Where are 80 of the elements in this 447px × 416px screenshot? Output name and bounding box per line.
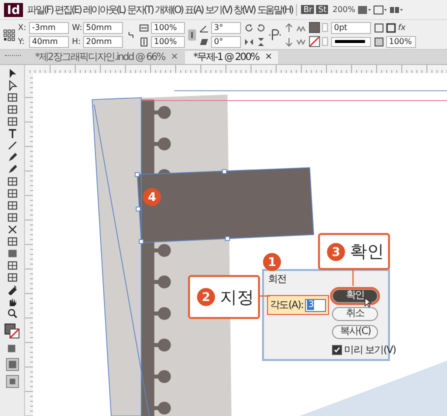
- tab-label: *제2장그래픽디자인.indd @ 66%: [35, 51, 165, 64]
- dialog-button[interactable]: 복사(C): [332, 325, 378, 339]
- menu-item[interactable]: 개체(O): [154, 2, 183, 16]
- y-label: Y:: [18, 37, 26, 46]
- scale-y-icon: [139, 36, 149, 46]
- height-field[interactable]: 20mm: [83, 36, 123, 48]
- flip-horizontal-icon[interactable]: [244, 36, 254, 46]
- reference-point-icon[interactable]: [3, 28, 15, 40]
- menu-item[interactable]: 창(W): [233, 2, 255, 16]
- mouse-cursor-icon: [364, 297, 372, 308]
- angle-field[interactable]: 3: [305, 298, 326, 312]
- stroke-type-dropdown[interactable]: [331, 36, 371, 46]
- menu-item[interactable]: 문자(T): [126, 2, 153, 16]
- reference-point-p-icon[interactable]: [269, 26, 281, 42]
- rotate-clockwise-icon[interactable]: [244, 22, 254, 32]
- fill-stroke-icon[interactable]: [4, 323, 20, 339]
- effects-button[interactable]: fx: [398, 23, 406, 32]
- stock-button[interactable]: St: [316, 5, 328, 14]
- menu-item[interactable]: 파일(F): [27, 2, 53, 16]
- frame-fitting-icon[interactable]: [374, 22, 384, 32]
- stroke-none-swatch[interactable]: [309, 36, 320, 47]
- normal-view-icon[interactable]: [6, 358, 18, 371]
- panel-grip-icon[interactable]: [5, 55, 21, 59]
- zoom-dropdown[interactable]: 200%: [332, 5, 356, 14]
- type-tool-icon[interactable]: [6, 128, 18, 139]
- width-field[interactable]: 50mm: [83, 22, 123, 34]
- menu-item[interactable]: 표(A): [184, 2, 203, 16]
- preview-label: 미리 보기(V): [344, 344, 396, 357]
- document-tab[interactable]: *무제-1 @ 200% ×: [185, 51, 278, 64]
- scissors-icon[interactable]: [6, 224, 18, 235]
- stroke-weight-field[interactable]: 0pt: [331, 22, 371, 34]
- shear-angle-field[interactable]: 0°: [211, 36, 241, 48]
- arrange-documents-icon[interactable]: [389, 4, 404, 14]
- preview-mode-icon[interactable]: [6, 375, 18, 388]
- rotate-angle-icon: [199, 22, 209, 32]
- rotate-angle-field[interactable]: 3°: [211, 22, 241, 34]
- menu-item[interactable]: 레이아웃(L): [82, 2, 125, 16]
- step-badge: 2: [197, 288, 215, 306]
- zoom-icon[interactable]: [6, 308, 18, 319]
- dialog-button[interactable]: 취소: [332, 307, 378, 321]
- menu-item[interactable]: 편집(E): [54, 2, 81, 16]
- fill-swatch[interactable]: [309, 22, 320, 33]
- eyedropper-icon[interactable]: [6, 284, 18, 295]
- step-badge: 3: [327, 242, 345, 260]
- view-options-icon[interactable]: [373, 4, 388, 14]
- direct-selection-tool-icon[interactable]: [6, 80, 18, 91]
- h-label: H:: [72, 37, 81, 46]
- flip-vertical-icon[interactable]: [256, 36, 266, 46]
- y-field[interactable]: 40mm: [29, 36, 69, 48]
- callout-text: 확인: [350, 241, 384, 263]
- x-field[interactable]: -3mm: [29, 22, 69, 34]
- menu-item[interactable]: 도움말(H): [256, 2, 292, 16]
- line-tool-icon[interactable]: [6, 140, 18, 151]
- select-container-icon[interactable]: [284, 22, 294, 32]
- select-content-icon[interactable]: [284, 36, 294, 46]
- scale-x-field[interactable]: 100%: [151, 22, 185, 34]
- app-logo[interactable]: Id: [4, 2, 24, 16]
- opacity-field[interactable]: 100%: [386, 36, 416, 48]
- menu-item[interactable]: 보기(V): [204, 2, 232, 16]
- bridge-button[interactable]: Br: [301, 5, 314, 14]
- scale-x-icon: [139, 22, 149, 32]
- fill-frame-icon[interactable]: [386, 22, 396, 32]
- tab-label: *무제-1 @ 200%: [193, 51, 259, 64]
- rotate-counterclockwise-icon[interactable]: [256, 22, 266, 32]
- x-label: X:: [18, 23, 27, 32]
- screen-mode-icon[interactable]: [357, 4, 372, 14]
- preview-checkbox[interactable]: [332, 345, 342, 355]
- close-icon[interactable]: ×: [264, 51, 272, 64]
- constrain-proportions-icon[interactable]: [188, 28, 196, 40]
- pen-tool-icon[interactable]: [6, 152, 18, 163]
- shear-angle-icon: [199, 36, 209, 46]
- w-label: W:: [72, 23, 81, 32]
- dialog-title: 회전: [267, 273, 288, 287]
- pencil-tool-icon[interactable]: [6, 164, 18, 175]
- scale-y-field[interactable]: 100%: [151, 36, 185, 48]
- callout-text: 지정: [220, 286, 254, 308]
- angle-label: 각도(A):: [270, 299, 304, 312]
- opacity-icon: [374, 36, 384, 46]
- close-icon[interactable]: ×: [170, 51, 178, 64]
- dialog-button[interactable]: 확인: [332, 289, 378, 303]
